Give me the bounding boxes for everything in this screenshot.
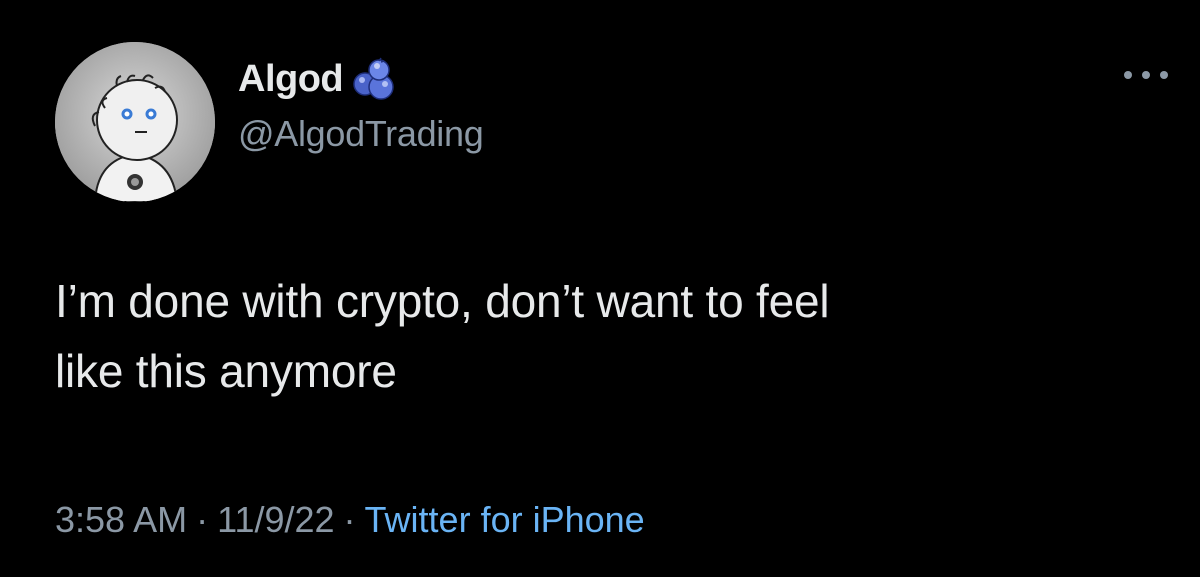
tweet-text: I’m done with crypto, don’t want to feel… xyxy=(55,266,1175,406)
tweet-text-line: I’m done with crypto, don’t want to feel xyxy=(55,275,830,327)
tweet-source-link[interactable]: Twitter for iPhone xyxy=(365,499,645,540)
more-dot-icon xyxy=(1160,71,1168,79)
display-name[interactable]: Algod xyxy=(238,57,344,101)
tweet-text-line: like this anymore xyxy=(55,345,397,397)
avatar-illustration-icon xyxy=(55,42,215,202)
more-dot-icon xyxy=(1142,71,1150,79)
meta-separator: · xyxy=(196,499,209,540)
avatar[interactable] xyxy=(55,42,215,202)
user-handle[interactable]: @AlgodTrading xyxy=(238,112,484,156)
meta-separator: · xyxy=(343,499,356,540)
tweet-meta: 3:58 AM · 11/9/22 · Twitter for iPhone xyxy=(55,498,645,542)
blueberries-emoji-icon xyxy=(351,56,399,102)
more-options-button[interactable] xyxy=(1124,60,1168,90)
tweet-card: Algod @AlgodTrading I’m done with crypto… xyxy=(0,0,1200,577)
author-name-row[interactable]: Algod xyxy=(238,56,399,102)
more-dot-icon xyxy=(1124,71,1132,79)
tweet-date[interactable]: 11/9/22 xyxy=(217,499,334,540)
tweet-time[interactable]: 3:58 AM xyxy=(55,499,187,540)
